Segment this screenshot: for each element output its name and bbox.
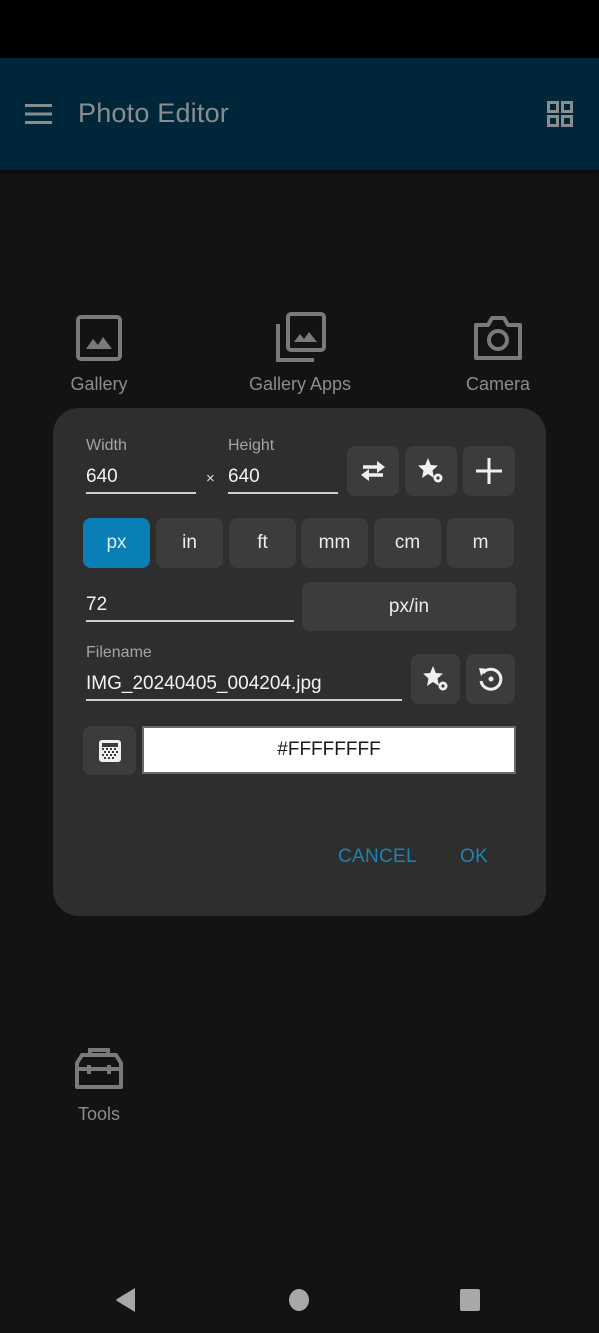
filename-reset-button[interactable] [466, 654, 515, 704]
filename-presets-button[interactable] [411, 654, 460, 704]
toolbox-icon [75, 1048, 123, 1089]
recents-button[interactable] [450, 1283, 490, 1317]
grid-view-button[interactable] [540, 94, 580, 134]
unit-cm-button[interactable]: cm [374, 518, 441, 568]
height-input[interactable] [228, 466, 338, 494]
swap-dimensions-button[interactable] [347, 446, 399, 496]
unit-mm-button[interactable]: mm [301, 518, 368, 568]
app-title: Photo Editor [78, 98, 229, 128]
unit-m-button[interactable]: m [447, 518, 514, 568]
filename-label: Filename [86, 644, 152, 661]
launcher-tools-label: Tools [77, 1104, 121, 1124]
home-circle-icon [289, 1289, 309, 1311]
launcher-gallery-apps[interactable]: Gallery Apps [230, 310, 370, 395]
image-stack-icon [276, 312, 326, 362]
unit-ft-button[interactable]: ft [229, 518, 296, 568]
height-label: Height [228, 437, 275, 454]
launcher-camera[interactable]: Camera [428, 310, 568, 395]
add-preset-button[interactable] [463, 446, 515, 496]
launcher-tools[interactable]: Tools [29, 1040, 169, 1125]
filename-input[interactable] [86, 673, 402, 701]
restore-icon [478, 667, 502, 691]
status-bar [0, 0, 599, 58]
unit-in-button[interactable]: in [156, 518, 223, 568]
launcher-gallery[interactable]: Gallery [29, 310, 169, 395]
star-settings-icon [422, 666, 447, 691]
width-label: Width [86, 437, 127, 454]
size-presets-button[interactable] [405, 446, 457, 496]
launcher-gallery-label: Gallery [70, 374, 128, 394]
image-icon [76, 315, 122, 361]
star-settings-icon [418, 458, 443, 483]
resolution-input[interactable] [86, 594, 294, 622]
camera-icon [474, 316, 522, 360]
background-color-field[interactable]: #FFFFFFFF [142, 726, 516, 774]
app-bar: Photo Editor [0, 58, 599, 170]
cancel-button[interactable]: CANCEL [338, 846, 417, 868]
plus-icon [476, 458, 502, 484]
transparency-checker-icon [98, 739, 121, 762]
launcher-gallery-apps-label: Gallery Apps [248, 374, 352, 394]
ok-button[interactable]: OK [460, 846, 488, 868]
grid-view-icon [547, 101, 573, 127]
back-button[interactable] [106, 1283, 146, 1317]
resolution-unit-button[interactable]: px/in [302, 582, 516, 631]
menu-button[interactable] [22, 94, 56, 134]
times-symbol: × [206, 470, 215, 487]
swap-arrows-icon [361, 461, 385, 481]
launcher-camera-label: Camera [465, 374, 531, 394]
new-image-dialog: Width × Height px in ft mm cm m px/in Fi… [53, 408, 546, 916]
home-button[interactable] [279, 1283, 319, 1317]
width-input[interactable] [86, 466, 196, 494]
unit-px-button[interactable]: px [83, 518, 150, 568]
system-nav-bar [0, 1265, 599, 1333]
background-type-button[interactable] [83, 726, 136, 775]
recents-square-icon [460, 1289, 480, 1311]
hamburger-menu-icon [25, 104, 52, 124]
back-triangle-icon [116, 1288, 135, 1312]
